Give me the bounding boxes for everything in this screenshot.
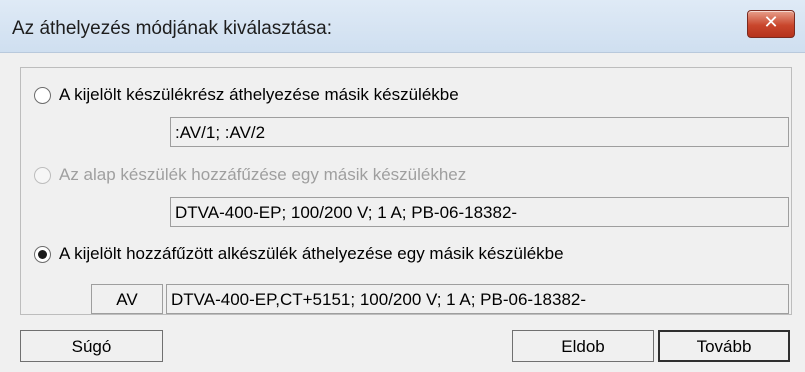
option-attach-base-device: Az alap készülék hozzáfűzése egy másik k… bbox=[34, 165, 466, 185]
option-move-device-part-label: A kijelölt készülékrész áthelyezése mási… bbox=[59, 85, 459, 104]
radio-attach-base-device bbox=[34, 167, 51, 185]
discard-button[interactable]: Eldob bbox=[512, 330, 654, 362]
next-button[interactable]: Tovább bbox=[658, 330, 790, 362]
radio-move-device-part[interactable] bbox=[34, 87, 51, 105]
device-part-field: :AV/1; :AV/2 bbox=[170, 117, 789, 147]
base-device-field: DTVA-400-EP; 100/200 V; 1 A; PB-06-18382… bbox=[170, 197, 789, 227]
help-button[interactable]: Súgó bbox=[20, 330, 163, 362]
subdevice-prefix-field: AV bbox=[91, 284, 163, 314]
subdevice-field: DTVA-400-EP,CT+5151; 100/200 V; 1 A; PB-… bbox=[166, 284, 789, 314]
radio-move-attached-subdevice[interactable] bbox=[34, 246, 51, 264]
option-move-device-part[interactable]: A kijelölt készülékrész áthelyezése mási… bbox=[34, 85, 459, 105]
title-bar: Az áthelyezés módjának kiválasztása: ✕ bbox=[0, 0, 805, 53]
dialog-title: Az áthelyezés módjának kiválasztása: bbox=[12, 18, 332, 39]
dialog-content: A kijelölt készülékrész áthelyezése mási… bbox=[0, 53, 805, 372]
option-move-attached-subdevice-label: A kijelölt hozzáfűzött alkészülék áthely… bbox=[59, 244, 564, 263]
option-move-attached-subdevice[interactable]: A kijelölt hozzáfűzött alkészülék áthely… bbox=[34, 244, 564, 264]
dialog-window: Az áthelyezés módjának kiválasztása: ✕ A… bbox=[0, 0, 805, 372]
close-button[interactable]: ✕ bbox=[747, 10, 795, 38]
option-attach-base-device-label: Az alap készülék hozzáfűzése egy másik k… bbox=[59, 165, 467, 184]
close-icon: ✕ bbox=[763, 12, 779, 33]
